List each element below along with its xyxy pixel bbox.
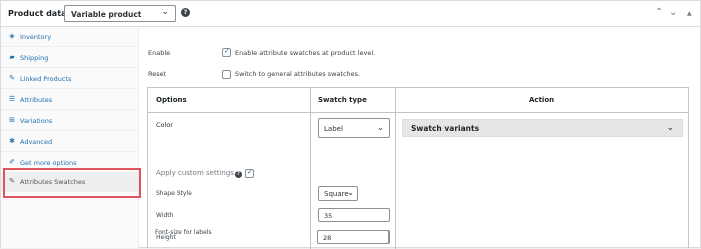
header-swatch-type: Swatch type bbox=[318, 96, 367, 104]
chevron-down-icon: ⌄ bbox=[377, 123, 384, 132]
swatch-variants-label: Swatch variants bbox=[411, 124, 480, 133]
column-divider bbox=[395, 88, 396, 249]
link-icon: ✎ bbox=[9, 74, 15, 82]
enable-label: Enable bbox=[148, 49, 171, 57]
apply-custom-checkbox[interactable] bbox=[245, 168, 254, 178]
shape-style-select[interactable]: Square ⌄ bbox=[318, 186, 358, 201]
product-data-panel: Product data — Variable product ⌄ ? ⌃ ⌄ … bbox=[0, 0, 701, 249]
font-size-value: 28 bbox=[323, 234, 332, 242]
apply-custom-label: Apply custom settings. bbox=[156, 169, 237, 177]
shape-style-label: Shape Style bbox=[156, 190, 192, 197]
gear-icon: ✱ bbox=[9, 137, 15, 145]
tab-variations[interactable]: ⊞ Variations bbox=[1, 111, 139, 131]
move-down-icon[interactable]: ⌄ bbox=[669, 7, 677, 18]
tab-label: Advanced bbox=[20, 138, 53, 146]
toggle-panel-icon[interactable]: ▲ bbox=[687, 10, 692, 17]
tab-inventory[interactable]: ◈ Inventory bbox=[1, 27, 139, 47]
width-label: Width bbox=[156, 212, 174, 219]
width-input[interactable]: 35 bbox=[318, 208, 390, 222]
tab-label: Variations bbox=[20, 117, 53, 125]
plugin-icon: ✐ bbox=[9, 158, 15, 166]
product-data-tabs: ◈ Inventory ▰ Shipping ✎ Linked Products… bbox=[1, 27, 139, 248]
table-header: Options Swatch type Action bbox=[148, 88, 688, 113]
grid-icon: ⊞ bbox=[9, 116, 15, 124]
tab-label: Attributes bbox=[20, 96, 53, 104]
chevron-down-icon: ⌄ bbox=[666, 123, 674, 133]
tab-label: Inventory bbox=[20, 33, 52, 41]
font-size-label: Font-size for labels bbox=[155, 229, 212, 236]
swatch-type-value: Label bbox=[324, 125, 343, 133]
reset-text: Switch to general attributes swatches. bbox=[235, 70, 361, 78]
tab-label: Linked Products bbox=[20, 75, 72, 83]
truck-icon: ▰ bbox=[9, 53, 15, 61]
swatch-type-select[interactable]: Label ⌄ bbox=[318, 118, 390, 138]
swatches-settings: Enable Enable attribute swatches at prod… bbox=[140, 27, 701, 249]
width-value: 35 bbox=[324, 212, 333, 220]
product-type-select[interactable]: Variable product ⌄ bbox=[64, 5, 176, 22]
tab-label: Get more options bbox=[20, 159, 77, 167]
tab-attributes[interactable]: ☰ Attributes bbox=[1, 90, 139, 110]
header-action: Action bbox=[529, 96, 555, 104]
tab-linked-products[interactable]: ✎ Linked Products bbox=[1, 69, 139, 89]
inventory-icon: ◈ bbox=[9, 32, 15, 40]
list-icon: ☰ bbox=[8, 95, 16, 103]
header-options: Options bbox=[156, 96, 187, 104]
shape-style-value: Square bbox=[324, 190, 349, 198]
chevron-down-icon: ⌄ bbox=[347, 188, 354, 197]
tab-advanced[interactable]: ✱ Advanced bbox=[1, 132, 139, 152]
column-divider bbox=[310, 88, 311, 249]
enable-text: Enable attribute swatches at product lev… bbox=[235, 49, 376, 57]
chevron-down-icon: ⌄ bbox=[161, 7, 169, 17]
tab-label: Shipping bbox=[20, 54, 49, 62]
tab-shipping[interactable]: ▰ Shipping bbox=[1, 48, 139, 68]
font-size-input[interactable]: 28 bbox=[317, 230, 389, 244]
move-up-icon[interactable]: ⌃ bbox=[655, 7, 663, 18]
swatch-variants-toggle[interactable]: Swatch variants ⌄ bbox=[402, 119, 683, 137]
attribute-name: Color bbox=[156, 121, 173, 129]
help-icon[interactable]: ? bbox=[235, 171, 242, 178]
reset-checkbox[interactable] bbox=[222, 70, 231, 79]
help-icon[interactable]: ? bbox=[181, 8, 190, 17]
swatch-table: Options Swatch type Action Color Label ⌄… bbox=[147, 87, 689, 249]
reset-label: Reset bbox=[148, 70, 167, 78]
enable-checkbox[interactable] bbox=[222, 47, 231, 57]
product-type-value: Variable product bbox=[71, 10, 142, 19]
panel-header: Product data — Variable product ⌄ ? ⌃ ⌄ … bbox=[1, 1, 700, 27]
selection-highlight bbox=[3, 168, 141, 198]
